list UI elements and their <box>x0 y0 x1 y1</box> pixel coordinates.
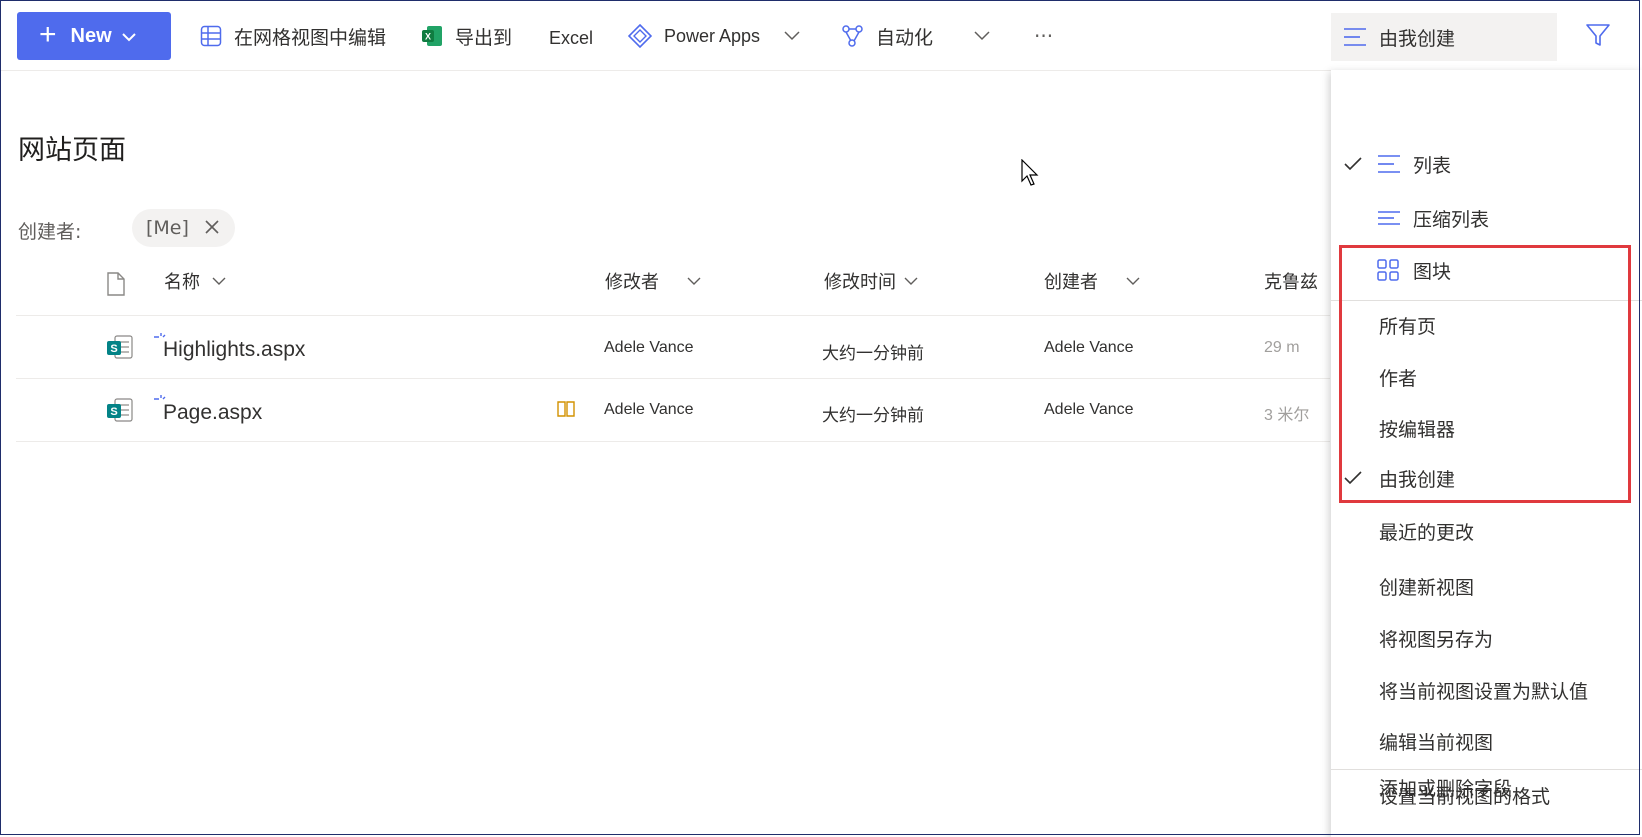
menu-item-view-recent-changes[interactable]: 最近的更改 <box>1331 509 1642 553</box>
export-button[interactable]: X 导出到 <box>421 20 512 52</box>
modified-by-cell[interactable]: Adele Vance <box>604 339 694 357</box>
checkmark-icon <box>1344 157 1362 171</box>
more-icon[interactable]: ··· <box>1034 20 1053 52</box>
modified-cell: 大约一分钟前 <box>822 406 924 425</box>
created-by-cell[interactable]: Adele Vance <box>1044 339 1134 357</box>
close-icon[interactable] <box>203 218 221 241</box>
filter-chip-label: [Me] <box>146 217 189 239</box>
modified-cell: 大约一分钟前 <box>822 344 924 363</box>
partial-cell: 29 m <box>1264 339 1300 356</box>
partial-cell: 3 米尔 <box>1264 407 1310 424</box>
menu-item-label: 图块 <box>1413 260 1452 283</box>
powerapps-chevron-icon[interactable] <box>784 26 800 45</box>
sharepoint-page-icon: S <box>106 333 134 365</box>
automate-button[interactable]: 自动化 <box>840 20 933 52</box>
column-header-name[interactable]: 名称 <box>164 268 226 294</box>
powerapps-button[interactable]: Power Apps <box>628 20 760 52</box>
menu-item-label: 创建新视图 <box>1379 576 1475 599</box>
menu-item-label: 将当前视图设置为默认值 <box>1379 680 1589 703</box>
page-title: 网站页面 <box>18 135 126 166</box>
automate-chevron-icon[interactable] <box>974 26 990 45</box>
filter-label: 创建者: <box>18 221 82 243</box>
filter-icon[interactable] <box>1585 22 1611 52</box>
filter-chip[interactable]: [Me] <box>132 209 235 247</box>
created-by-cell[interactable]: Adele Vance <box>1044 401 1134 419</box>
menu-item-label: 编辑当前视图 <box>1379 731 1494 754</box>
chevron-down-icon <box>687 277 701 286</box>
menu-item-view-by-editor[interactable]: 按编辑器 <box>1331 406 1642 450</box>
menu-divider <box>1331 300 1642 301</box>
view-selector-label: 由我创建 <box>1379 27 1456 50</box>
automate-label: 自动化 <box>876 26 934 49</box>
menu-item-edit-current-view[interactable]: 编辑当前视图 <box>1331 719 1642 763</box>
svg-text:S: S <box>110 406 117 418</box>
column-header-partial[interactable]: 克鲁兹 <box>1264 268 1318 294</box>
view-options-menu: 列表 压缩列表 图块 所有页 作者 按编辑器 由我创建 最近的更改 创建新视图 … <box>1331 70 1642 837</box>
menu-item-label: 按编辑器 <box>1379 418 1456 441</box>
file-name-link[interactable]: Highlights.aspx <box>163 338 305 362</box>
list-icon <box>1377 154 1401 174</box>
header-divider <box>16 315 1330 316</box>
menu-item-list-layout[interactable]: 列表 <box>1331 142 1642 186</box>
column-header-modified-label: 修改时间 <box>824 272 896 293</box>
grid-icon <box>200 25 222 47</box>
column-header-modified-by[interactable]: 修改者 <box>605 268 701 294</box>
book-icon[interactable] <box>557 401 575 421</box>
menu-spacer <box>1331 487 1642 488</box>
edit-in-grid-button[interactable]: 在网格视图中编辑 <box>200 20 386 52</box>
menu-item-create-view[interactable]: 创建新视图 <box>1331 564 1642 608</box>
new-button[interactable]: + New <box>17 12 171 60</box>
menu-item-save-view-as[interactable]: 将视图另存为 <box>1331 616 1642 660</box>
svg-text:X: X <box>425 32 431 42</box>
row-divider <box>16 378 1330 379</box>
file-type-header-icon[interactable] <box>106 272 126 300</box>
menu-item-view-author[interactable]: 作者 <box>1331 355 1642 399</box>
chevron-down-icon <box>1126 277 1140 286</box>
menu-item-label: 作者 <box>1379 367 1418 390</box>
powerapps-label: Power Apps <box>664 25 761 46</box>
column-header-created-by[interactable]: 创建者 <box>1044 268 1140 294</box>
column-header-created-by-label: 创建者 <box>1044 272 1098 293</box>
checkmark-icon <box>1344 471 1362 485</box>
menu-item-add-remove-fields[interactable]: 添加或删除字段 <box>1331 765 1642 809</box>
mouse-cursor-icon <box>1021 158 1041 191</box>
menu-item-label: 将视图另存为 <box>1379 628 1494 651</box>
menu-item-compact-list-layout[interactable]: 压缩列表 <box>1331 196 1642 240</box>
row-divider <box>16 441 1330 442</box>
flow-icon <box>840 24 864 48</box>
menu-item-label: 列表 <box>1413 154 1452 177</box>
menu-item-label: 所有页 <box>1379 315 1437 338</box>
menu-item-view-created-by-me[interactable]: 由我创建 <box>1331 456 1642 500</box>
excel-label: Excel <box>549 27 594 48</box>
menu-item-tiles-layout[interactable]: 图块 <box>1331 248 1642 292</box>
tiles-icon <box>1377 259 1399 281</box>
view-selector[interactable]: 由我创建 <box>1331 13 1557 61</box>
sharepoint-page-icon: S <box>106 396 134 428</box>
menu-item-label: 添加或删除字段 <box>1379 777 1513 800</box>
column-header-name-label: 名称 <box>164 272 200 293</box>
chevron-down-icon <box>212 277 226 286</box>
command-bar: + New 在网格视图中编辑 X 导出到 Excel Power Apps 自动… <box>0 0 1642 71</box>
edit-in-grid-label: 在网格视图中编辑 <box>234 26 387 49</box>
column-header-modified-by-label: 修改者 <box>605 272 659 293</box>
chevron-down-icon <box>121 25 136 48</box>
modified-by-cell[interactable]: Adele Vance <box>604 401 694 419</box>
menu-item-label: 最近的更改 <box>1379 521 1475 544</box>
plus-icon: + <box>39 17 57 51</box>
new-button-label: New <box>70 24 112 47</box>
list-view-icon <box>1343 27 1367 47</box>
powerapps-icon <box>628 24 652 48</box>
export-label: 导出到 <box>455 26 513 49</box>
compact-list-icon <box>1377 210 1401 226</box>
file-name-link[interactable]: Page.aspx <box>163 401 262 425</box>
column-header-modified[interactable]: 修改时间 <box>824 268 918 294</box>
chevron-down-icon <box>904 277 918 286</box>
excel-icon: X <box>421 25 443 47</box>
menu-item-set-default-view[interactable]: 将当前视图设置为默认值 <box>1331 668 1642 712</box>
menu-item-label: 压缩列表 <box>1413 208 1490 231</box>
menu-item-view-all-pages[interactable]: 所有页 <box>1331 303 1642 347</box>
svg-text:S: S <box>110 343 117 355</box>
